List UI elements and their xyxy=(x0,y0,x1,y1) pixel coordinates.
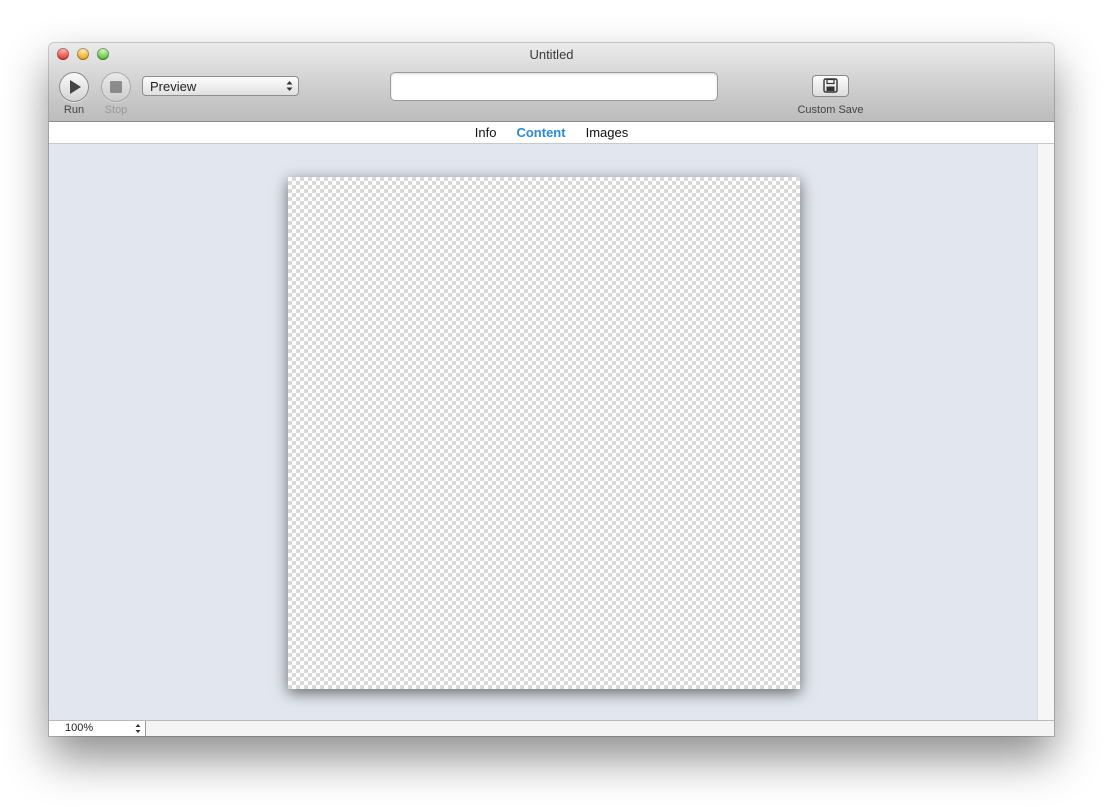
custom-save-button[interactable] xyxy=(812,75,849,97)
stop-button[interactable] xyxy=(101,72,131,102)
toolbar: Untitled Run Stop Preview Custom Save xyxy=(49,43,1054,122)
window-title: Untitled xyxy=(529,47,574,62)
up-down-arrows-icon xyxy=(135,724,141,733)
stop-icon xyxy=(110,81,122,93)
zoom-level-value: 100% xyxy=(65,722,94,734)
app-window: Untitled Run Stop Preview Custom Save In… xyxy=(49,43,1054,736)
address-field[interactable] xyxy=(390,72,718,101)
mode-popup-value: Preview xyxy=(150,79,197,94)
run-button[interactable] xyxy=(59,72,89,102)
status-bar: 100% xyxy=(49,720,1054,736)
mode-popup-button[interactable]: Preview xyxy=(142,76,299,96)
tab-images[interactable]: Images xyxy=(586,125,629,140)
content-area xyxy=(49,144,1037,720)
tab-content[interactable]: Content xyxy=(516,125,565,140)
play-icon xyxy=(70,80,81,94)
tab-bar: Info Content Images xyxy=(49,122,1054,144)
transparent-canvas[interactable] xyxy=(288,177,800,689)
run-button-label: Run xyxy=(63,104,85,116)
vertical-scrollbar[interactable] xyxy=(1037,144,1054,720)
custom-save-label: Custom Save xyxy=(797,104,864,116)
stop-button-label: Stop xyxy=(104,104,128,116)
zoom-level-popup[interactable]: 100% xyxy=(49,721,146,736)
tab-info[interactable]: Info xyxy=(475,125,497,140)
floppy-disk-icon xyxy=(823,78,838,93)
up-down-arrows-icon xyxy=(286,81,293,91)
